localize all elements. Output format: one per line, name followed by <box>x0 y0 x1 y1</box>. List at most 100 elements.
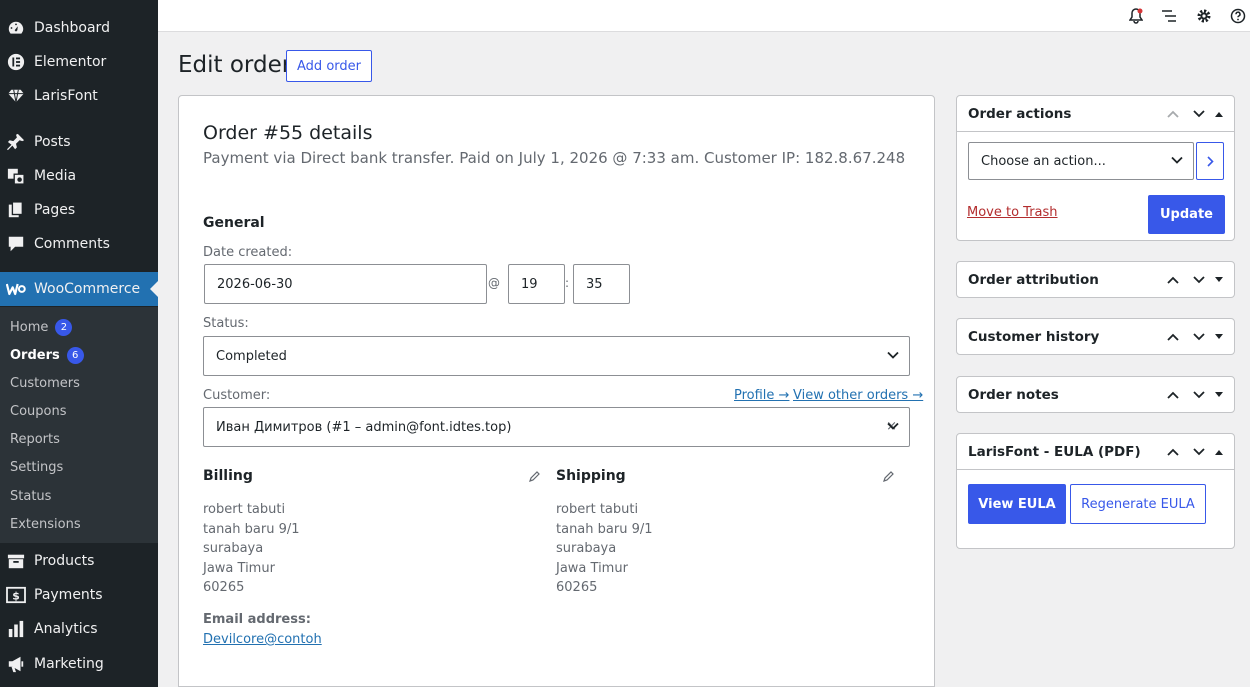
at-sign: @ <box>488 276 500 290</box>
dashboard-icon <box>6 18 26 38</box>
sidebar-item-label: LarisFont <box>34 88 98 104</box>
move-down-icon[interactable] <box>1186 105 1212 123</box>
sidebar-item-marketing[interactable]: Marketing <box>0 647 158 681</box>
billing-state: Jawa Timur <box>203 560 275 576</box>
shipping-postcode: 60265 <box>556 580 598 595</box>
megaphone-icon <box>6 654 26 674</box>
chevron-right-icon <box>1206 155 1214 167</box>
archive-icon <box>6 551 26 571</box>
move-down-icon[interactable] <box>1186 386 1212 404</box>
woo-icon <box>6 279 26 299</box>
order-notes-controls <box>1160 386 1226 404</box>
sidebar-item-woocommerce[interactable]: WooCommerce <box>0 272 158 306</box>
dollar-icon: $ <box>6 585 26 605</box>
chevron-down-icon <box>887 420 899 435</box>
sidebar-item-analytics[interactable]: Analytics <box>0 612 158 646</box>
collapse-toggle-icon[interactable] <box>1212 443 1226 461</box>
minute-input[interactable]: 35 <box>573 264 630 304</box>
sidebar-item-larisfont[interactable]: LarisFont <box>0 79 158 113</box>
billing-street: tanah baru 9/1 <box>203 521 300 537</box>
pin-icon <box>6 132 26 152</box>
sidebar-item-elementor[interactable]: Elementor <box>0 45 158 79</box>
submenu-item-extensions[interactable]: Extensions <box>10 514 81 534</box>
chevron-down-icon <box>887 349 899 364</box>
sidebar-item-dashboard[interactable]: Dashboard <box>0 11 158 45</box>
shipping-street: tanah baru 9/1 <box>556 521 653 537</box>
billing-email-link[interactable]: Devilcore@contoh <box>203 632 322 647</box>
move-up-icon[interactable] <box>1160 443 1186 461</box>
move-up-icon[interactable] <box>1160 105 1186 123</box>
sidebar-item-label: Posts <box>34 134 71 150</box>
order-heading: Order #55 details <box>203 122 373 144</box>
status-select[interactable]: Completed <box>203 336 910 376</box>
order-attribution-box: Order attribution <box>956 261 1235 298</box>
sidebar-item-comments[interactable]: Comments <box>0 227 158 261</box>
sidebar-item-label: Dashboard <box>34 20 110 36</box>
submenu-item-orders[interactable]: Orders 6 <box>10 345 84 365</box>
orders-count-badge: 6 <box>66 346 84 364</box>
sidebar-item-media[interactable]: Media <box>0 159 158 193</box>
order-attribution-controls <box>1160 271 1226 289</box>
edit-billing-pencil-icon[interactable] <box>529 467 541 486</box>
move-down-icon[interactable] <box>1186 271 1212 289</box>
order-notes-box: Order notes <box>956 376 1235 413</box>
submenu-item-status[interactable]: Status <box>10 486 51 506</box>
order-payment-meta: Payment via Direct bank transfer. Paid o… <box>203 149 906 167</box>
order-action-select[interactable]: Choose an action... <box>968 142 1194 180</box>
move-up-icon[interactable] <box>1160 328 1186 346</box>
view-other-orders-link[interactable]: View other orders → <box>793 388 923 403</box>
order-details-panel: Order #55 details Payment via Direct ban… <box>178 95 935 687</box>
elementor-icon <box>6 52 26 72</box>
move-up-icon[interactable] <box>1160 271 1186 289</box>
submenu-item-coupons[interactable]: Coupons <box>10 401 67 421</box>
notification-bell-icon[interactable] <box>1127 7 1145 25</box>
move-to-trash-link[interactable]: Move to Trash <box>967 205 1058 220</box>
comment-icon <box>6 234 26 254</box>
move-down-icon[interactable] <box>1186 443 1212 461</box>
customer-history-controls <box>1160 328 1226 346</box>
customer-select[interactable]: Иван Димитров (#1 – admin@font.idtes.top… <box>203 407 910 447</box>
expand-toggle-icon[interactable] <box>1212 328 1226 346</box>
customer-history-box: Customer history <box>956 318 1235 355</box>
apply-action-button[interactable] <box>1196 142 1224 180</box>
billing-postcode: 60265 <box>203 580 245 595</box>
edit-shipping-pencil-icon[interactable] <box>883 467 895 486</box>
email-address-label: Email address: <box>203 612 311 627</box>
billing-name: robert tabuti <box>203 502 286 517</box>
add-order-button[interactable]: Add order <box>286 50 372 82</box>
sidebar-item-label: WooCommerce <box>34 281 141 297</box>
top-bar <box>158 0 1250 32</box>
media-icon <box>6 166 26 186</box>
sidebar-item-payments[interactable]: $ Payments <box>0 578 158 612</box>
expand-toggle-icon[interactable] <box>1212 386 1226 404</box>
gear-icon[interactable] <box>1195 7 1213 25</box>
svg-text:$: $ <box>12 590 20 603</box>
sidebar-item-pages[interactable]: Pages <box>0 193 158 227</box>
customer-profile-link[interactable]: Profile → <box>734 388 789 403</box>
hour-input[interactable]: 19 <box>508 264 565 304</box>
shipping-address: robert tabuti tanah baru 9/1 surabaya Ja… <box>556 500 653 598</box>
help-icon[interactable] <box>1229 7 1247 25</box>
shipping-city: surabaya <box>556 541 617 556</box>
update-button[interactable]: Update <box>1148 195 1225 234</box>
activity-list-icon[interactable] <box>1160 7 1178 25</box>
submenu-item-reports[interactable]: Reports <box>10 429 60 449</box>
view-eula-button[interactable]: View EULA <box>968 484 1066 524</box>
regenerate-eula-button[interactable]: Regenerate EULA <box>1070 484 1206 524</box>
submenu-item-home[interactable]: Home 2 <box>10 317 73 337</box>
general-section-title: General <box>203 215 265 231</box>
expand-toggle-icon[interactable] <box>1212 271 1226 289</box>
move-up-icon[interactable] <box>1160 386 1186 404</box>
billing-city: surabaya <box>203 541 264 556</box>
sidebar-item-label: Products <box>34 553 95 569</box>
move-down-icon[interactable] <box>1186 328 1212 346</box>
sidebar-item-label: Analytics <box>34 621 98 637</box>
submenu-item-customers[interactable]: Customers <box>10 373 80 393</box>
date-created-input[interactable]: 2026-06-30 <box>204 264 487 304</box>
sidebar-item-posts[interactable]: Posts <box>0 125 158 159</box>
submenu-item-settings[interactable]: Settings <box>10 457 63 477</box>
collapse-toggle-icon[interactable] <box>1212 105 1226 123</box>
woocommerce-submenu: Home 2 Orders 6 Customers Coupons Report… <box>0 307 158 543</box>
customer-label: Customer: <box>203 388 271 403</box>
sidebar-item-products[interactable]: Products <box>0 544 158 578</box>
